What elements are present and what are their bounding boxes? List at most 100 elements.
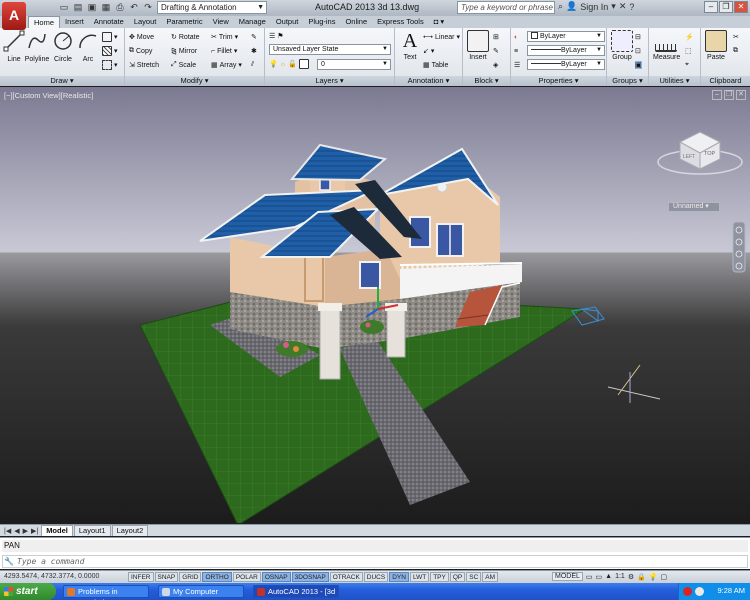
workspace-switch-icon[interactable]: ⚙ — [628, 573, 634, 581]
antivirus-icon[interactable] — [683, 587, 692, 596]
erase-button[interactable]: ✎ — [251, 31, 257, 43]
layer-properties-button[interactable]: ☰ ⚑ — [269, 30, 284, 42]
group-button[interactable]: Group — [609, 30, 635, 61]
exchange-icon[interactable]: ✕ — [619, 1, 627, 12]
tab-layout1[interactable]: Layout1 — [73, 525, 111, 536]
panel-draw-title[interactable]: Draw ▾ — [0, 76, 124, 86]
toggle-sc[interactable]: SC — [466, 572, 482, 582]
viewport-minimize-button[interactable]: – — [712, 90, 722, 100]
offset-button[interactable]: ⫽ — [251, 59, 254, 71]
print-icon[interactable]: ⎙ — [114, 1, 126, 13]
tab-prev-icon[interactable]: ◀ — [14, 527, 19, 535]
task-firefox[interactable]: Problems in Renderin... — [63, 585, 149, 600]
toggle-am[interactable]: AM — [482, 572, 499, 582]
minimize-button[interactable]: – — [704, 1, 718, 13]
tab-next-icon[interactable]: ▶ — [23, 527, 28, 535]
coordinate-readout[interactable]: 4293.5474, 4732.3774, 0.0000 — [4, 573, 99, 580]
ungroup-button[interactable]: ⊟ — [635, 31, 641, 43]
undo-icon[interactable]: ↶ — [128, 1, 140, 13]
paste-button[interactable]: Paste — [703, 30, 729, 61]
start-button[interactable]: start — [0, 583, 56, 600]
insert-block-button[interactable]: Insert — [465, 30, 491, 61]
scale-button[interactable]: ⤢ Scale — [171, 59, 196, 71]
text-button[interactable]: A Text — [397, 30, 423, 61]
region-button[interactable]: ▾ — [102, 59, 118, 71]
toggle-otrack[interactable]: OTRACK — [329, 572, 363, 582]
match-properties-button[interactable]: ◐ — [514, 31, 518, 43]
annotation-scale-value[interactable]: 1:1 — [615, 573, 625, 580]
viewcube-left-label[interactable]: LEFT — [683, 154, 695, 160]
layer-color-icon[interactable] — [298, 59, 309, 69]
arc-button[interactable]: Arc — [75, 30, 101, 63]
panel-properties-title[interactable]: Properties ▾ — [511, 76, 606, 86]
toggle-dyn[interactable]: DYN — [389, 572, 409, 582]
circle-button[interactable]: Circle — [50, 30, 76, 63]
redo-icon[interactable]: ↷ — [142, 1, 154, 13]
edit-block-button[interactable]: ✎ — [493, 45, 499, 57]
viewport-restore-button[interactable]: ❐ — [724, 90, 734, 100]
cut-button[interactable]: ✂ — [733, 31, 739, 43]
tab-plug-ins[interactable]: Plug-ins — [303, 16, 340, 28]
edit-attributes-button[interactable]: ◈ — [493, 59, 498, 71]
measure-button[interactable]: Measure — [653, 30, 680, 61]
tab-view[interactable]: View — [208, 16, 234, 28]
select-all-button[interactable]: ⬚ — [685, 45, 692, 57]
tab-manage[interactable]: Manage — [234, 16, 271, 28]
lock-icon[interactable]: 🔓 — [288, 60, 297, 68]
panel-utilities-title[interactable]: Utilities ▾ — [649, 76, 700, 86]
viewport-close-button[interactable]: ✕ — [736, 90, 746, 100]
leader-button[interactable]: ↙ ▾ — [423, 45, 434, 57]
table-button[interactable]: ▦ Table — [423, 59, 448, 71]
toggle-lwt[interactable]: LWT — [409, 572, 430, 582]
lineweight-dropdown[interactable]: ByLayer ▼ — [527, 59, 605, 70]
close-button[interactable]: ✕ — [734, 1, 748, 13]
chevron-down-icon[interactable]: ▾ — [611, 1, 616, 12]
color-dropdown[interactable]: ByLayer ▼ — [527, 31, 605, 42]
lightbulb-icon[interactable]: 💡 — [269, 60, 278, 68]
polyline-button[interactable]: Polyline — [24, 30, 50, 63]
ribbon-toggle-icon[interactable]: ◘ ▾ — [429, 16, 449, 28]
tab-parametric[interactable]: Parametric — [161, 16, 207, 28]
lineweight-icon-button[interactable]: ☰ — [514, 59, 520, 71]
toggle-qp[interactable]: QP — [449, 572, 466, 582]
toggle-tpy[interactable]: TPY — [430, 572, 449, 582]
create-block-button[interactable]: ⊞ — [493, 31, 499, 43]
viewport-controls-label[interactable]: [−][Custom View][Realistic] — [4, 91, 93, 100]
stretch-button[interactable]: ⇲ Stretch — [129, 59, 159, 71]
task-my-computer[interactable]: My Computer — [158, 585, 244, 598]
tab-output[interactable]: Output — [271, 16, 304, 28]
group-edit-button[interactable]: ⊡ — [635, 45, 641, 57]
tab-last-icon[interactable]: ▶| — [31, 527, 38, 535]
clean-screen-icon[interactable]: ▢ — [661, 573, 668, 581]
toggle-polar[interactable]: POLAR — [232, 572, 261, 582]
sun-icon[interactable]: ☼ — [280, 61, 286, 68]
linetype-dropdown[interactable]: ByLayer ▼ — [527, 45, 605, 56]
tab-home[interactable]: Home — [28, 16, 61, 28]
rectangle-button[interactable]: ▾ — [102, 31, 118, 43]
user-icon[interactable]: 👤 — [566, 1, 577, 12]
command-input[interactable]: Type a command — [2, 555, 748, 568]
id-point-button[interactable]: ⌖ — [685, 59, 689, 71]
quick-view-drawings-icon[interactable]: ▭ — [596, 573, 603, 581]
toggle-ortho[interactable]: ORTHO — [202, 572, 232, 582]
open-icon[interactable]: ▤ — [72, 1, 84, 13]
panel-layers-title[interactable]: Layers ▾ — [265, 76, 394, 86]
explode-button[interactable]: ✱ — [251, 45, 257, 57]
search-input[interactable]: Type a keyword or phrase — [457, 1, 555, 14]
trim-button[interactable]: ✂ Trim ▾ — [211, 31, 238, 43]
toggle-ducs[interactable]: DUCS — [363, 572, 389, 582]
drawing-viewport[interactable]: TOP LEFT [−][Custom View][Realistic] – ❐… — [0, 87, 750, 523]
move-button[interactable]: ✥ Move — [129, 31, 154, 43]
toggle-snap[interactable]: SNAP — [154, 572, 179, 582]
tab-online[interactable]: Online — [340, 16, 372, 28]
toggle-infer[interactable]: INFER — [128, 572, 154, 582]
tab-first-icon[interactable]: |◀ — [4, 527, 11, 535]
task-autocad[interactable]: AutoCAD 2013 - [3d ... — [253, 585, 339, 600]
tab-layout[interactable]: Layout — [129, 16, 162, 28]
maximize-button[interactable]: ❐ — [719, 1, 733, 13]
sign-in-link[interactable]: Sign In — [580, 2, 608, 12]
navigation-bar[interactable] — [732, 221, 746, 273]
fillet-button[interactable]: ⌐ Fillet ▾ — [211, 45, 237, 57]
toggle-osnap[interactable]: OSNAP — [261, 572, 291, 582]
panel-groups-title[interactable]: Groups ▾ — [607, 76, 648, 86]
